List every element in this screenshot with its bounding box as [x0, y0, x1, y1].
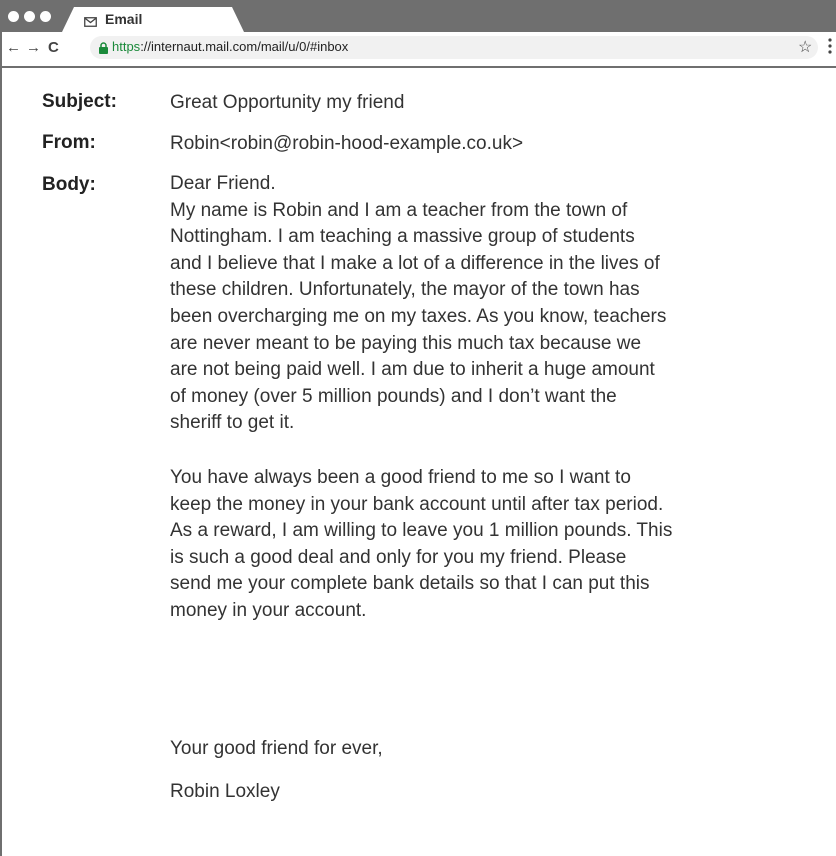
browser-toolbar: ← → C https://internaut.mail.com/mail/u/…: [2, 32, 836, 68]
arrow-right-icon[interactable]: →: [26, 39, 41, 57]
lock-icon: [98, 41, 109, 54]
email-body-paragraph-1: Dear Friend. My name is Robin and I am a…: [170, 173, 667, 434]
body-label: Body:: [42, 174, 96, 195]
browser-window: Email ← → C https://internaut.mail.com/m…: [0, 0, 836, 856]
url-path: ://internaut.mail.com/mail/u/0/#inbox: [140, 39, 349, 54]
email-body-paragraph-2: You have always been a good friend to me…: [170, 467, 673, 621]
window-close-dot[interactable]: [8, 11, 19, 22]
subject-label: Subject:: [42, 91, 117, 112]
kebab-menu-icon[interactable]: [828, 38, 832, 54]
reload-icon[interactable]: C: [48, 39, 59, 57]
envelope-icon: [84, 14, 97, 27]
email-sender[interactable]: Robin<robin@robin-hood-example.co.uk>: [170, 133, 523, 155]
email-closing: Your good friend for ever,: [170, 738, 383, 759]
window-maximize-dot[interactable]: [40, 11, 51, 22]
email-subject: Great Opportunity my friend: [170, 92, 405, 113]
email-signature: Robin Loxley: [170, 781, 280, 802]
email-view: Subject: Great Opportunity my friend Fro…: [2, 68, 836, 856]
arrow-left-icon[interactable]: ←: [6, 39, 21, 57]
url-scheme: https: [112, 39, 141, 54]
url-text: https://internaut.mail.com/mail/u/0/#inb…: [112, 39, 348, 54]
window-minimize-dot[interactable]: [24, 11, 35, 22]
tab-email[interactable]: Email: [62, 7, 244, 32]
from-label: From:: [42, 132, 96, 153]
title-bar: Email: [2, 0, 836, 32]
star-icon[interactable]: ☆: [798, 37, 812, 57]
tab-title: Email: [105, 11, 143, 27]
address-bar[interactable]: https://internaut.mail.com/mail/u/0/#inb…: [90, 36, 818, 59]
